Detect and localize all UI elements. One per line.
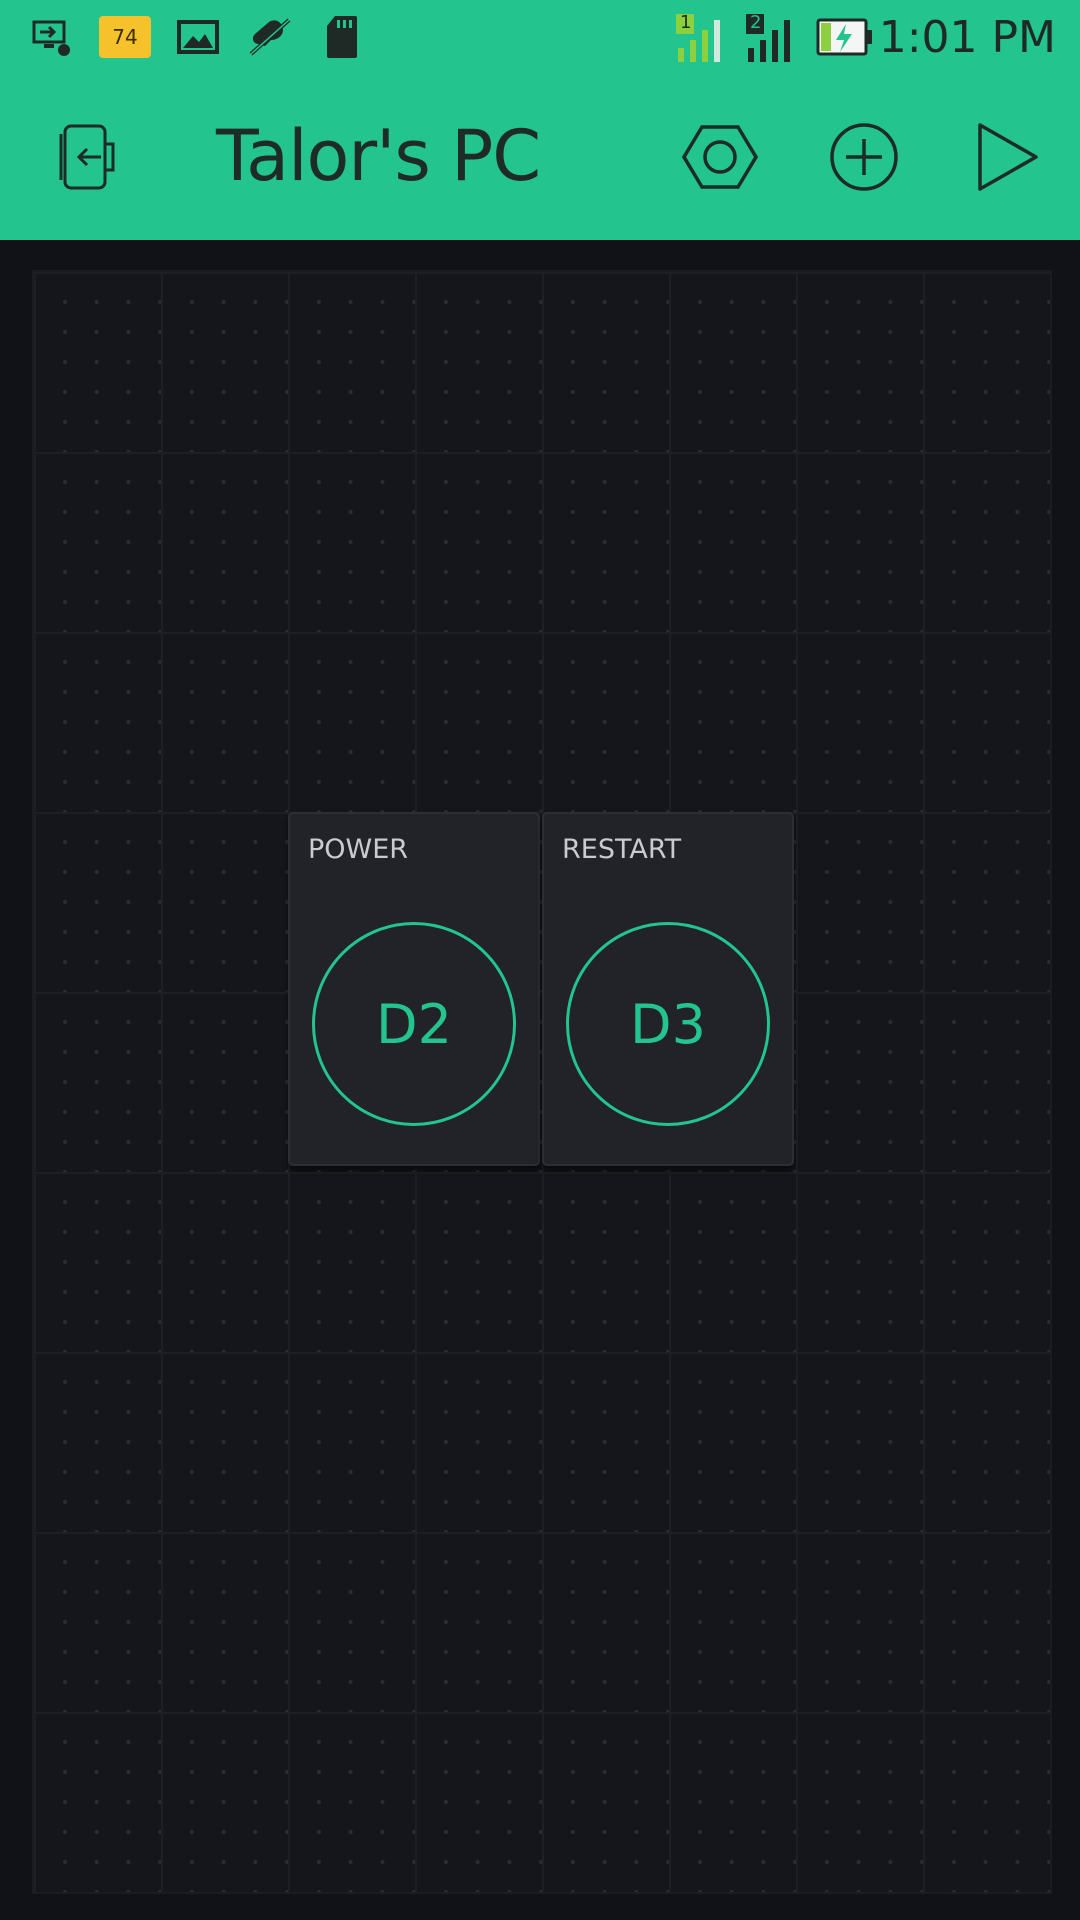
status-time: 1:01 PM <box>878 12 1056 63</box>
gallery-icon <box>177 18 219 56</box>
signal-sim2-icon: 2 <box>744 12 800 64</box>
power-button[interactable]: D2 <box>312 922 516 1126</box>
sim2-label: 2 <box>750 12 762 33</box>
exit-button[interactable] <box>39 114 129 204</box>
restart-button[interactable]: D3 <box>566 922 770 1126</box>
usb-debug-icon <box>30 16 74 60</box>
sd-card-icon <box>325 14 359 60</box>
widget-label: RESTART <box>562 834 682 865</box>
play-button[interactable] <box>962 114 1052 204</box>
notification-badge-count: 74 <box>112 25 138 49</box>
widget-label: POWER <box>308 834 409 865</box>
add-widget-button[interactable] <box>819 114 909 204</box>
exit-icon <box>47 120 121 198</box>
sim1-label: 1 <box>680 12 692 33</box>
restart-button-widget[interactable]: RESTART D3 <box>542 812 794 1166</box>
widget-pin-label: D3 <box>630 992 706 1056</box>
play-icon <box>974 121 1040 197</box>
battery-charging-icon <box>816 16 876 60</box>
page-title: Talor's PC <box>216 115 541 197</box>
add-icon <box>829 122 899 196</box>
widget-pin-label: D2 <box>376 992 452 1056</box>
settings-button[interactable] <box>675 114 765 204</box>
settings-icon <box>681 119 759 199</box>
power-button-widget[interactable]: POWER D2 <box>288 812 540 1166</box>
app-bar: Talor's PC <box>0 78 1080 240</box>
mute-icon <box>245 14 293 60</box>
thermometer-badge-icon: 74 <box>99 16 151 58</box>
dashboard-canvas: POWER D2 RESTART D3 <box>0 240 1080 1920</box>
signal-sim1-icon: 1 <box>674 12 730 64</box>
status-bar: 74 1 2 1:01 PM <box>0 0 1080 78</box>
